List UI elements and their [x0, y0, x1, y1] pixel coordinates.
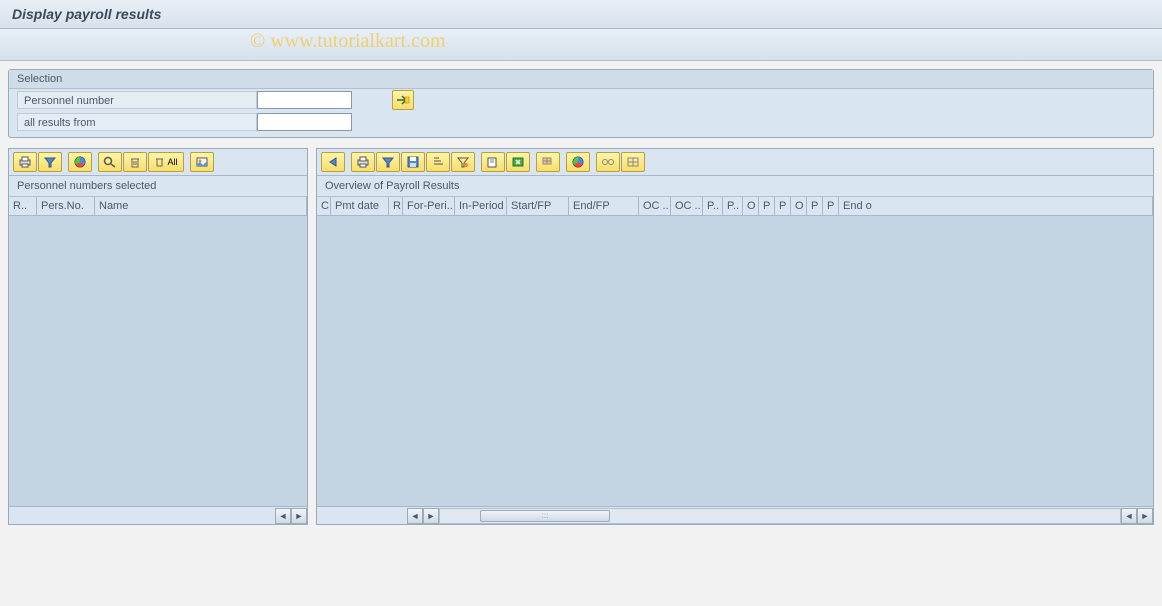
col-p4[interactable]: P	[775, 197, 791, 215]
sort-desc-button[interactable]	[451, 152, 475, 172]
col-oc1[interactable]: OC ..	[639, 197, 671, 215]
glasses-button[interactable]	[596, 152, 620, 172]
left-panel: All Personnel numbers selected R.. Pers.…	[8, 148, 308, 525]
menu-spacer	[0, 29, 1162, 61]
content: Selection Personnel number all results f…	[0, 61, 1162, 533]
scroll-left-end-button[interactable]: ◄	[1121, 508, 1137, 524]
scroll-right-end-button[interactable]: ►	[1137, 508, 1153, 524]
filter-button[interactable]	[38, 152, 62, 172]
results-from-label: all results from	[17, 113, 257, 131]
save-button[interactable]	[401, 152, 425, 172]
multiple-selection-button[interactable]	[392, 90, 414, 110]
sort-asc-button[interactable]	[426, 152, 450, 172]
right-grid-body	[317, 216, 1153, 506]
col-inperiod[interactable]: In-Period	[455, 197, 507, 215]
col-p3[interactable]: P	[759, 197, 775, 215]
col-oc2[interactable]: OC ..	[671, 197, 703, 215]
chart-button[interactable]	[68, 152, 92, 172]
left-panel-title: Personnel numbers selected	[9, 176, 307, 197]
col-c[interactable]: C	[317, 197, 331, 215]
layout-button[interactable]	[190, 152, 214, 172]
col-p5[interactable]: P	[807, 197, 823, 215]
col-endo[interactable]: End o	[839, 197, 1153, 215]
right-panel: Overview of Payroll Results C Pmt date R…	[316, 148, 1154, 525]
col-p2[interactable]: P..	[723, 197, 743, 215]
col-p6[interactable]: P	[823, 197, 839, 215]
scroll-track[interactable]: :::	[439, 508, 1121, 524]
results-from-row: all results from	[9, 111, 1153, 133]
left-grid-header: R.. Pers.No. Name	[9, 197, 307, 216]
delete-all-label: All	[167, 157, 177, 167]
col-o2[interactable]: O	[791, 197, 807, 215]
col-r[interactable]: R..	[9, 197, 37, 215]
page-title: Display payroll results	[0, 0, 1162, 29]
scroll-right-button-r[interactable]: ►	[423, 508, 439, 524]
filter-button-r[interactable]	[376, 152, 400, 172]
chart-button-r[interactable]	[566, 152, 590, 172]
col-forperi[interactable]: For-Peri..	[403, 197, 455, 215]
col-persno[interactable]: Pers.No.	[37, 197, 95, 215]
sum-button[interactable]	[536, 152, 560, 172]
delete-all-button[interactable]: All	[148, 152, 184, 172]
left-grid-body	[9, 216, 307, 506]
print-button-r[interactable]	[351, 152, 375, 172]
col-endfp[interactable]: End/FP	[569, 197, 639, 215]
col-r2[interactable]: R	[389, 197, 403, 215]
main-grid: All Personnel numbers selected R.. Pers.…	[8, 148, 1154, 525]
left-scrollbar: ◄ ►	[9, 506, 307, 524]
scroll-left-button-r[interactable]: ◄	[407, 508, 423, 524]
left-toolbar: All	[9, 149, 307, 176]
excel-button[interactable]	[506, 152, 530, 172]
right-panel-title: Overview of Payroll Results	[317, 176, 1153, 197]
right-scrollbar: ◄ ► ::: ◄ ►	[317, 506, 1153, 524]
results-from-input[interactable]	[257, 113, 352, 131]
right-grid-header: C Pmt date R For-Peri.. In-Period Start/…	[317, 197, 1153, 216]
selection-panel: Selection Personnel number all results f…	[8, 69, 1154, 138]
print-button[interactable]	[13, 152, 37, 172]
selection-header: Selection	[9, 70, 1153, 89]
find-button[interactable]	[98, 152, 122, 172]
col-p1[interactable]: P..	[703, 197, 723, 215]
scroll-left-button[interactable]: ◄	[275, 508, 291, 524]
col-pmtdate[interactable]: Pmt date	[331, 197, 389, 215]
col-name[interactable]: Name	[95, 197, 307, 215]
personnel-row: Personnel number	[9, 89, 1153, 111]
col-startfp[interactable]: Start/FP	[507, 197, 569, 215]
export-button[interactable]	[481, 152, 505, 172]
scroll-thumb[interactable]: :::	[480, 510, 610, 522]
back-button[interactable]	[321, 152, 345, 172]
personnel-number-label: Personnel number	[17, 91, 257, 109]
grid-button[interactable]	[621, 152, 645, 172]
right-toolbar	[317, 149, 1153, 176]
delete-button[interactable]	[123, 152, 147, 172]
personnel-number-input[interactable]	[257, 91, 352, 109]
scroll-right-button[interactable]: ►	[291, 508, 307, 524]
col-o1[interactable]: O	[743, 197, 759, 215]
